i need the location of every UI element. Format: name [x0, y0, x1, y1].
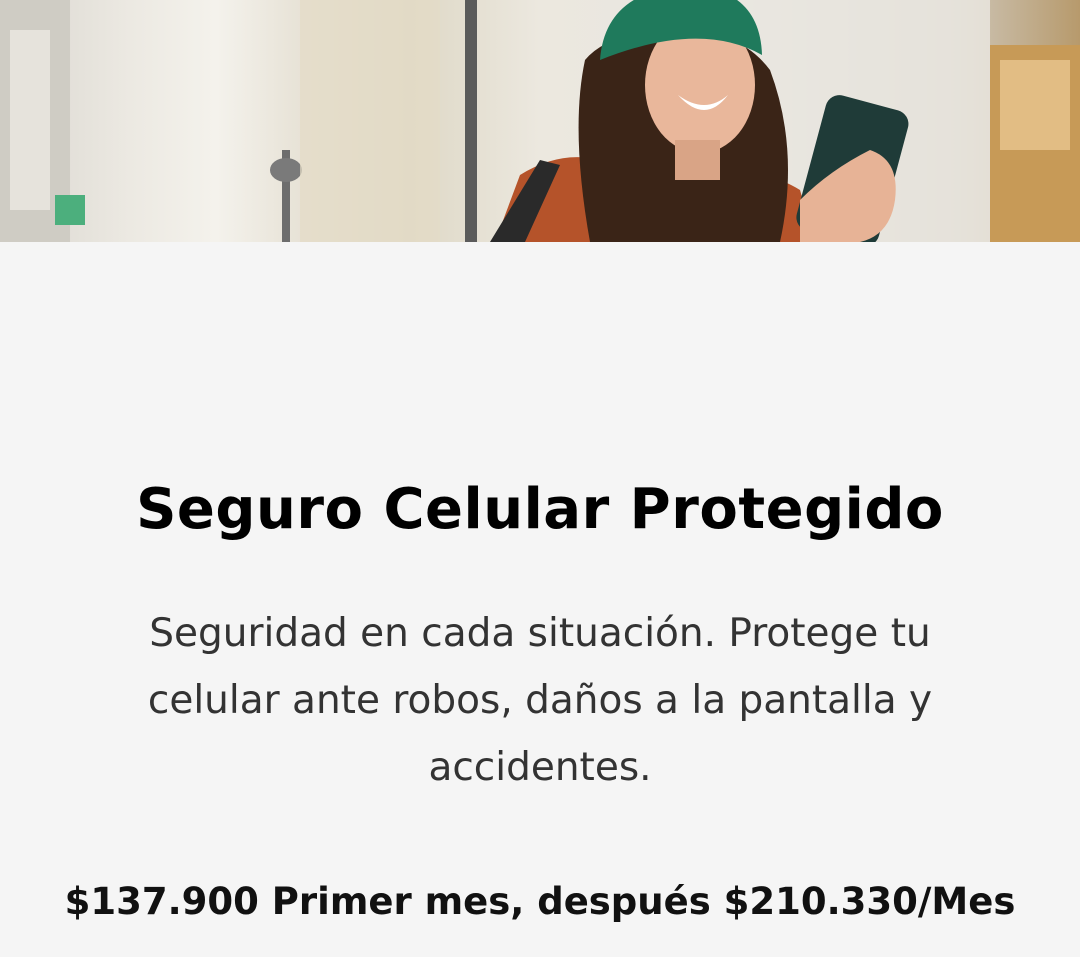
hero-banner — [0, 0, 1080, 242]
hero-image — [0, 0, 1080, 242]
product-description: Seguridad en cada situación. Protege tu … — [147, 611, 933, 790]
green-sign — [55, 195, 85, 225]
product-section: Seguro Celular Protegido Seguridad en ca… — [0, 242, 1080, 957]
price-text: $137.900 Primer mes, después $210.330/Me… — [64, 880, 1016, 923]
product-title: Seguro Celular Protegido — [136, 477, 944, 542]
